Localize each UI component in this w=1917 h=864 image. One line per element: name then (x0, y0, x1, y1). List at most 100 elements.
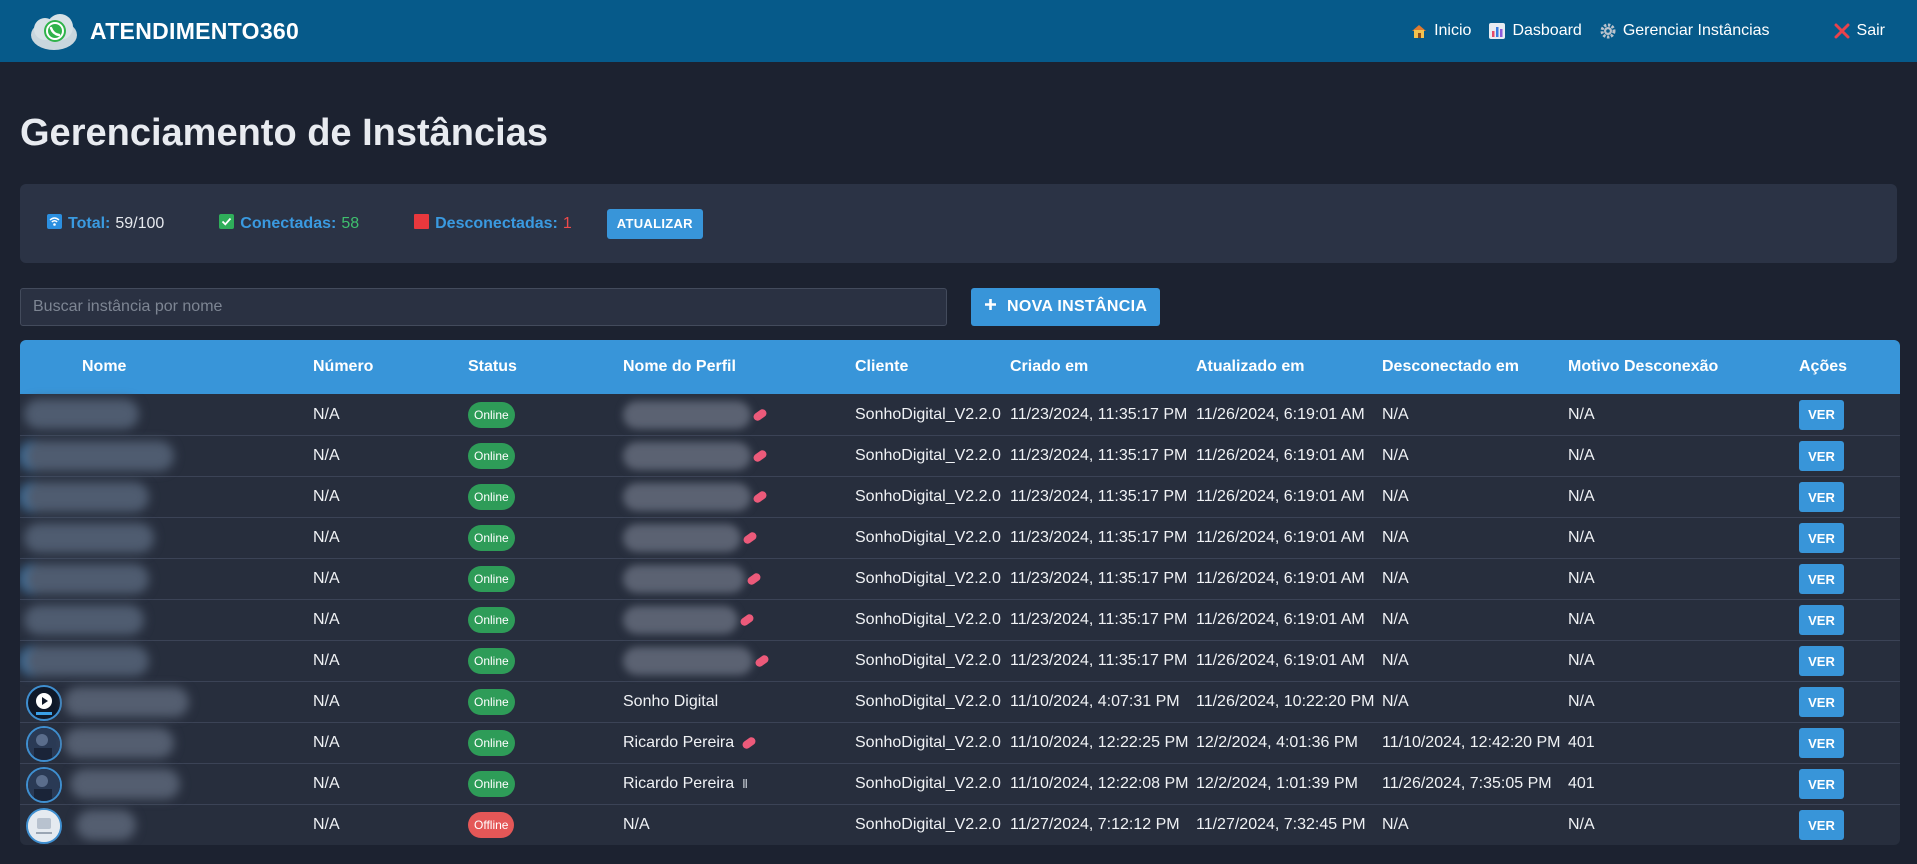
cell-numero: N/A (313, 816, 340, 833)
cell-numero: N/A (313, 611, 340, 628)
plus-icon (984, 298, 997, 316)
status-badge: Online (468, 484, 515, 510)
cell-motivo: N/A (1568, 447, 1595, 464)
header-cliente[interactable]: Cliente (855, 358, 1010, 376)
toolbar: NOVA INSTÂNCIA (20, 287, 1897, 327)
header-nome[interactable]: Nome (20, 340, 313, 394)
view-button[interactable]: VER (1799, 523, 1844, 553)
new-instance-button[interactable]: NOVA INSTÂNCIA (971, 288, 1161, 326)
cell-desconectado: N/A (1382, 529, 1409, 546)
view-button[interactable]: VER (1799, 399, 1844, 430)
cell-criado: 11/23/2024, 11:35:17 PM (1010, 611, 1188, 628)
cell-atualizado: 11/26/2024, 10:22:20 PM (1196, 693, 1375, 710)
cell-desconectado: N/A (1382, 693, 1409, 710)
cell-acoes: VER (1799, 482, 1900, 512)
status-badge: Online (468, 401, 515, 428)
redacted-name (24, 523, 154, 553)
page-title: Gerenciamento de Instâncias (20, 112, 548, 154)
instance-name-redacted (20, 723, 313, 763)
table-row: N/A Online SonhoDigital_V2.2.0 11/23/202… (20, 558, 1900, 599)
header-acoes: Ações (1799, 358, 1848, 375)
view-button[interactable]: VER (1799, 646, 1844, 676)
cell-perfil-redacted (623, 565, 855, 593)
cell-atualizado: 11/26/2024, 6:19:01 AM (1196, 405, 1365, 423)
redacted-name (70, 769, 180, 799)
view-button[interactable]: VER (1799, 687, 1844, 717)
instance-name-redacted (20, 805, 313, 845)
cell-criado: 11/23/2024, 11:35:17 PM (1010, 570, 1188, 587)
cell-perfil: Ricardo Pereira (623, 734, 855, 752)
nav-gerenciar[interactable]: Gerenciar Instâncias (1600, 22, 1770, 40)
avatar (26, 808, 62, 844)
cell-atualizado: 11/26/2024, 6:19:01 AM (1196, 652, 1365, 669)
redacted-profile (623, 400, 751, 429)
stat-connected-value: 58 (341, 214, 360, 232)
view-button[interactable]: VER (1799, 769, 1844, 799)
nav-dashboard[interactable]: Dasboard (1489, 22, 1582, 40)
view-button[interactable]: VER (1799, 728, 1844, 758)
refresh-button[interactable]: ATUALIZAR (606, 208, 703, 239)
cell-status: Online (468, 771, 623, 797)
stat-connected: Conectadas: 58 (219, 213, 360, 234)
header-atualizado[interactable]: Atualizado em (1196, 358, 1382, 376)
cell-cliente: SonhoDigital_V2.2.0 (855, 529, 1001, 546)
cell-criado: 11/23/2024, 11:35:17 PM (1010, 447, 1188, 464)
header-desconectado[interactable]: Desconectado em (1382, 358, 1568, 376)
header-numero[interactable]: Número (313, 358, 468, 376)
stat-disconnected-label: Desconectadas: (435, 214, 558, 232)
cell-status: Online (468, 566, 623, 592)
header-motivo[interactable]: Motivo Desconexão (1568, 358, 1799, 376)
instance-name-redacted (20, 600, 313, 640)
cell-criado: 11/23/2024, 11:35:17 PM (1010, 405, 1188, 423)
redacted-name (24, 482, 149, 512)
brand[interactable]: ATENDIMENTO360 (28, 7, 299, 55)
instance-name-redacted (20, 641, 313, 681)
cell-acoes: VER (1799, 769, 1900, 799)
rocket-icon (738, 612, 756, 628)
cell-desconectado: N/A (1382, 405, 1409, 423)
cell-numero: N/A (313, 734, 340, 751)
status-badge: Online (468, 689, 515, 715)
view-button[interactable]: VER (1799, 810, 1844, 840)
redacted-profile (623, 606, 738, 634)
logout-button[interactable]: Sair (1834, 22, 1885, 40)
view-button[interactable]: VER (1799, 605, 1844, 635)
table-row: N/A Online SonhoDigital_V2.2.0 11/23/202… (20, 517, 1900, 558)
redacted-name (24, 646, 149, 676)
view-button[interactable]: VER (1799, 482, 1844, 512)
cell-perfil-redacted (623, 524, 855, 552)
cell-atualizado: 11/26/2024, 6:19:01 AM (1196, 529, 1365, 546)
redacted-name (76, 810, 136, 840)
nav-links: Inicio Dasboard Gerenciar Instâncias Sai… (1393, 0, 1885, 62)
stat-connected-label: Conectadas: (240, 214, 337, 232)
redacted-name (64, 728, 174, 758)
rocket-icon (741, 735, 758, 751)
redacted-profile (623, 524, 741, 552)
cell-motivo: N/A (1568, 652, 1595, 669)
status-badge: Online (468, 607, 515, 633)
cell-motivo: N/A (1568, 816, 1595, 833)
table-body: N/A Online SonhoDigital_V2.2.0 11/23/202… (20, 394, 1900, 845)
avatar (26, 767, 62, 803)
cell-criado: 11/27/2024, 7:12:12 PM (1010, 816, 1180, 833)
header-criado[interactable]: Criado em (1010, 358, 1196, 376)
cell-atualizado: 12/2/2024, 1:01:39 PM (1196, 775, 1358, 792)
view-button[interactable]: VER (1799, 441, 1844, 471)
header-perfil[interactable]: Nome do Perfil (623, 358, 855, 376)
nav-inicio[interactable]: Inicio (1411, 22, 1471, 40)
status-badge: Online (468, 525, 515, 551)
table-row: N/A Online Sonho Digital SonhoDigital_V2… (20, 681, 1900, 722)
search-input[interactable] (20, 288, 947, 326)
cell-status: Online (468, 443, 623, 469)
header-status[interactable]: Status (468, 358, 623, 376)
table-row: N/A Online SonhoDigital_V2.2.0 11/23/202… (20, 435, 1900, 476)
cell-acoes: VER (1799, 399, 1900, 430)
view-button[interactable]: VER (1799, 564, 1844, 594)
cell-motivo: 401 (1568, 734, 1595, 751)
cell-criado: 11/10/2024, 12:22:25 PM (1010, 734, 1189, 751)
new-instance-label: NOVA INSTÂNCIA (1007, 298, 1148, 315)
cell-desconectado: N/A (1382, 611, 1409, 628)
cell-cliente: SonhoDigital_V2.2.0 (855, 570, 1001, 587)
cell-motivo: 401 (1568, 775, 1595, 792)
redacted-profile (623, 442, 751, 470)
